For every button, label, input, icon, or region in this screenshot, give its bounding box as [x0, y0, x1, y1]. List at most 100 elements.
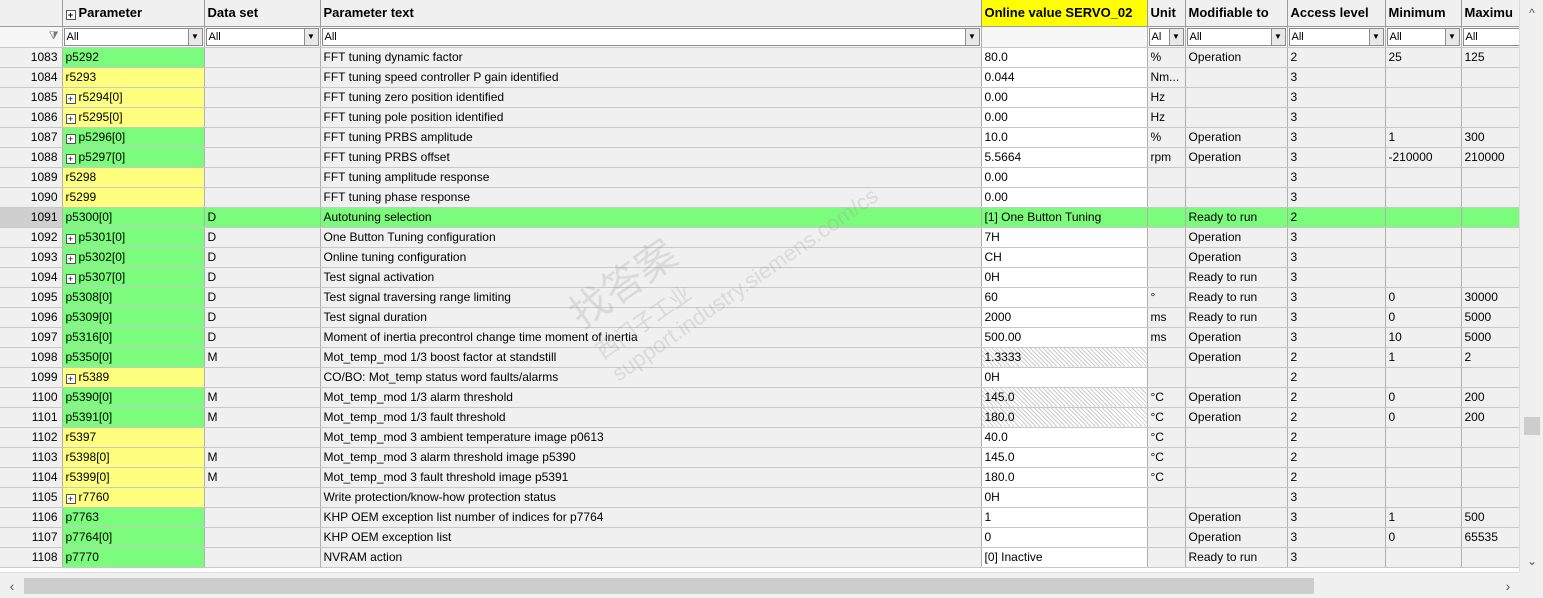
table-row[interactable]: 1107 p7764[0] KHP OEM exception list 0 Opera…	[0, 527, 1519, 548]
filter-minimum[interactable]: All ▼	[1385, 26, 1462, 48]
parameter-cell[interactable]: + p5297[0]	[62, 147, 205, 168]
expand-icon[interactable]: +	[65, 94, 76, 104]
parameter-cell[interactable]: + p5301[0]	[62, 227, 205, 248]
row-number-cell[interactable]: 1099	[0, 367, 63, 388]
table-row[interactable]: 1089 r5298 FFT tuning amplitude response 0.…	[0, 167, 1519, 188]
row-number-cell[interactable]: 1101	[0, 407, 63, 428]
expand-icon[interactable]: +	[65, 154, 76, 164]
parameter-cell[interactable]: + r5295[0]	[62, 107, 205, 128]
horizontal-scrollbar[interactable]: ‹ ›	[0, 572, 1543, 598]
parameter-cell[interactable]: r5298	[62, 167, 205, 188]
parameter-cell[interactable]: p7764[0]	[62, 527, 205, 548]
table-row[interactable]: 1090 r5299 FFT tuning phase response 0.00 3	[0, 187, 1519, 208]
online-value-cell[interactable]: 0H	[981, 267, 1148, 288]
row-number-cell[interactable]: 1098	[0, 347, 63, 368]
column-header-parameter-text[interactable]: Parameter text	[320, 0, 982, 27]
table-row[interactable]: 1102 r5397 Mot_temp_mod 3 ambient temperat…	[0, 427, 1519, 448]
row-number-cell[interactable]: 1091	[0, 207, 63, 228]
table-row[interactable]: 1086 + r5295[0] FFT tuning pole position id…	[0, 107, 1519, 128]
vertical-scroll-thumb[interactable]	[1524, 417, 1540, 435]
expand-icon[interactable]: +	[65, 254, 76, 264]
parameter-cell[interactable]: p5308[0]	[62, 287, 205, 308]
column-header-minimum[interactable]: Minimum	[1385, 0, 1462, 27]
dropdown-arrow-icon[interactable]: ▼	[1270, 28, 1285, 45]
parameter-cell[interactable]: p5309[0]	[62, 307, 205, 328]
column-header-unit[interactable]: Unit	[1147, 0, 1186, 27]
parameter-cell[interactable]: p5391[0]	[62, 407, 205, 428]
table-row[interactable]: 1104 r5399[0] M Mot_temp_mod 3 fault thresh…	[0, 467, 1519, 488]
parameter-cell[interactable]: p5292	[62, 47, 205, 68]
dropdown-arrow-icon[interactable]: ▼	[964, 28, 979, 45]
row-number-cell[interactable]: 1089	[0, 167, 63, 188]
column-header-data-set[interactable]: Data set	[204, 0, 321, 27]
dropdown-arrow-icon[interactable]: ▼	[1168, 28, 1183, 45]
expand-icon[interactable]: +	[65, 114, 76, 124]
scroll-left-icon[interactable]: ‹	[3, 577, 21, 595]
column-header-modifiable-to[interactable]: Modifiable to	[1185, 0, 1288, 27]
online-value-cell[interactable]: 500.00	[981, 327, 1148, 348]
expand-icon[interactable]: +	[65, 374, 76, 384]
row-number-cell[interactable]: 1083	[0, 47, 63, 68]
row-number-cell[interactable]: 1107	[0, 527, 63, 548]
table-row[interactable]: 1101 p5391[0] M Mot_temp_mod 1/3 fault thre…	[0, 407, 1519, 428]
online-value-cell[interactable]: 0	[981, 527, 1148, 548]
filter-clear-cell[interactable]: ⧩	[0, 26, 63, 48]
filter-parameter[interactable]: All ▼	[62, 26, 205, 48]
parameter-cell[interactable]: p5390[0]	[62, 387, 205, 408]
expand-all-icon[interactable]: +	[65, 10, 76, 21]
online-value-cell[interactable]: 7H	[981, 227, 1148, 248]
online-value-cell[interactable]: 80.0	[981, 47, 1148, 68]
table-row[interactable]: 1098 p5350[0] M Mot_temp_mod 1/3 boost fact…	[0, 347, 1519, 368]
online-value-cell[interactable]: 2000	[981, 307, 1148, 328]
column-header-online-value[interactable]: Online value SERVO_02	[981, 0, 1148, 27]
row-number-cell[interactable]: 1085	[0, 87, 63, 108]
filter-icon[interactable]: ⧩	[0, 27, 61, 47]
scroll-right-icon[interactable]: ›	[1499, 577, 1517, 595]
expand-icon[interactable]: +	[65, 134, 76, 144]
scroll-up-icon[interactable]: ^	[1520, 4, 1543, 22]
row-number-cell[interactable]: 1086	[0, 107, 63, 128]
parameter-cell[interactable]: p5300[0]	[62, 207, 205, 228]
expand-icon[interactable]: +	[65, 494, 76, 504]
table-row[interactable]: 1085 + r5294[0] FFT tuning zero position id…	[0, 87, 1519, 108]
online-value-cell[interactable]: 180.0	[981, 407, 1148, 428]
row-number-cell[interactable]: 1093	[0, 247, 63, 268]
table-row[interactable]: 1105 + r7760 Write protection/know-how prot…	[0, 487, 1519, 508]
table-row[interactable]: 1088 + p5297[0] FFT tuning PRBS offset 5.566…	[0, 147, 1519, 168]
parameter-cell[interactable]: + r5389	[62, 367, 205, 388]
parameter-cell[interactable]: p7770	[62, 547, 205, 568]
table-row[interactable]: 1108 p7770 NVRAM action [0] Inactive Ready t…	[0, 547, 1519, 568]
parameter-cell[interactable]: r5397	[62, 427, 205, 448]
row-number-cell[interactable]: 1095	[0, 287, 63, 308]
table-row[interactable]: 1083 p5292 FFT tuning dynamic factor 80.0% O…	[0, 47, 1519, 68]
row-number-cell[interactable]: 1092	[0, 227, 63, 248]
table-row[interactable]: 1100 p5390[0] M Mot_temp_mod 1/3 alarm thre…	[0, 387, 1519, 408]
filter-maximum[interactable]: All	[1461, 26, 1519, 48]
dropdown-arrow-icon[interactable]: ▼	[1368, 28, 1383, 45]
parameter-cell[interactable]: r5299	[62, 187, 205, 208]
table-row[interactable]: 1095 p5308[0] D Test signal traversing rang…	[0, 287, 1519, 308]
table-row[interactable]: 1097 p5316[0] D Moment of inertia precontro…	[0, 327, 1519, 348]
table-row[interactable]: 1094 + p5307[0] D Test signal activation 0H Re…	[0, 267, 1519, 288]
table-row[interactable]: 1099 + r5389 CO/BO: Mot_temp status word fa…	[0, 367, 1519, 388]
parameter-cell[interactable]: + p5307[0]	[62, 267, 205, 288]
table-row[interactable]: 1093 + p5302[0] D Online tuning configuratio…	[0, 247, 1519, 268]
row-number-cell[interactable]: 1096	[0, 307, 63, 328]
row-number-cell[interactable]: 1097	[0, 327, 63, 348]
row-number-cell[interactable]: 1088	[0, 147, 63, 168]
parameter-cell[interactable]: r5293	[62, 67, 205, 88]
online-value-cell[interactable]: 5.5664	[981, 147, 1148, 168]
dropdown-arrow-icon[interactable]: ▼	[303, 28, 318, 45]
online-value-cell[interactable]: [1] One Button Tuning	[981, 207, 1148, 228]
dropdown-arrow-icon[interactable]: ▼	[1444, 28, 1459, 45]
table-row[interactable]: 1106 p7763 KHP OEM exception list number o…	[0, 507, 1519, 528]
row-number-cell[interactable]: 1084	[0, 67, 63, 88]
row-number-cell[interactable]: 1108	[0, 547, 63, 568]
parameter-cell[interactable]: r5399[0]	[62, 467, 205, 488]
parameter-cell[interactable]: r5398[0]	[62, 447, 205, 468]
filter-access-level[interactable]: All ▼	[1287, 26, 1386, 48]
scroll-down-icon[interactable]: ⌄	[1520, 552, 1543, 570]
column-header-parameter[interactable]: + Parameter	[62, 0, 205, 27]
filter-unit[interactable]: Al ▼	[1147, 26, 1186, 48]
column-header-maximum[interactable]: Maximu	[1461, 0, 1519, 27]
